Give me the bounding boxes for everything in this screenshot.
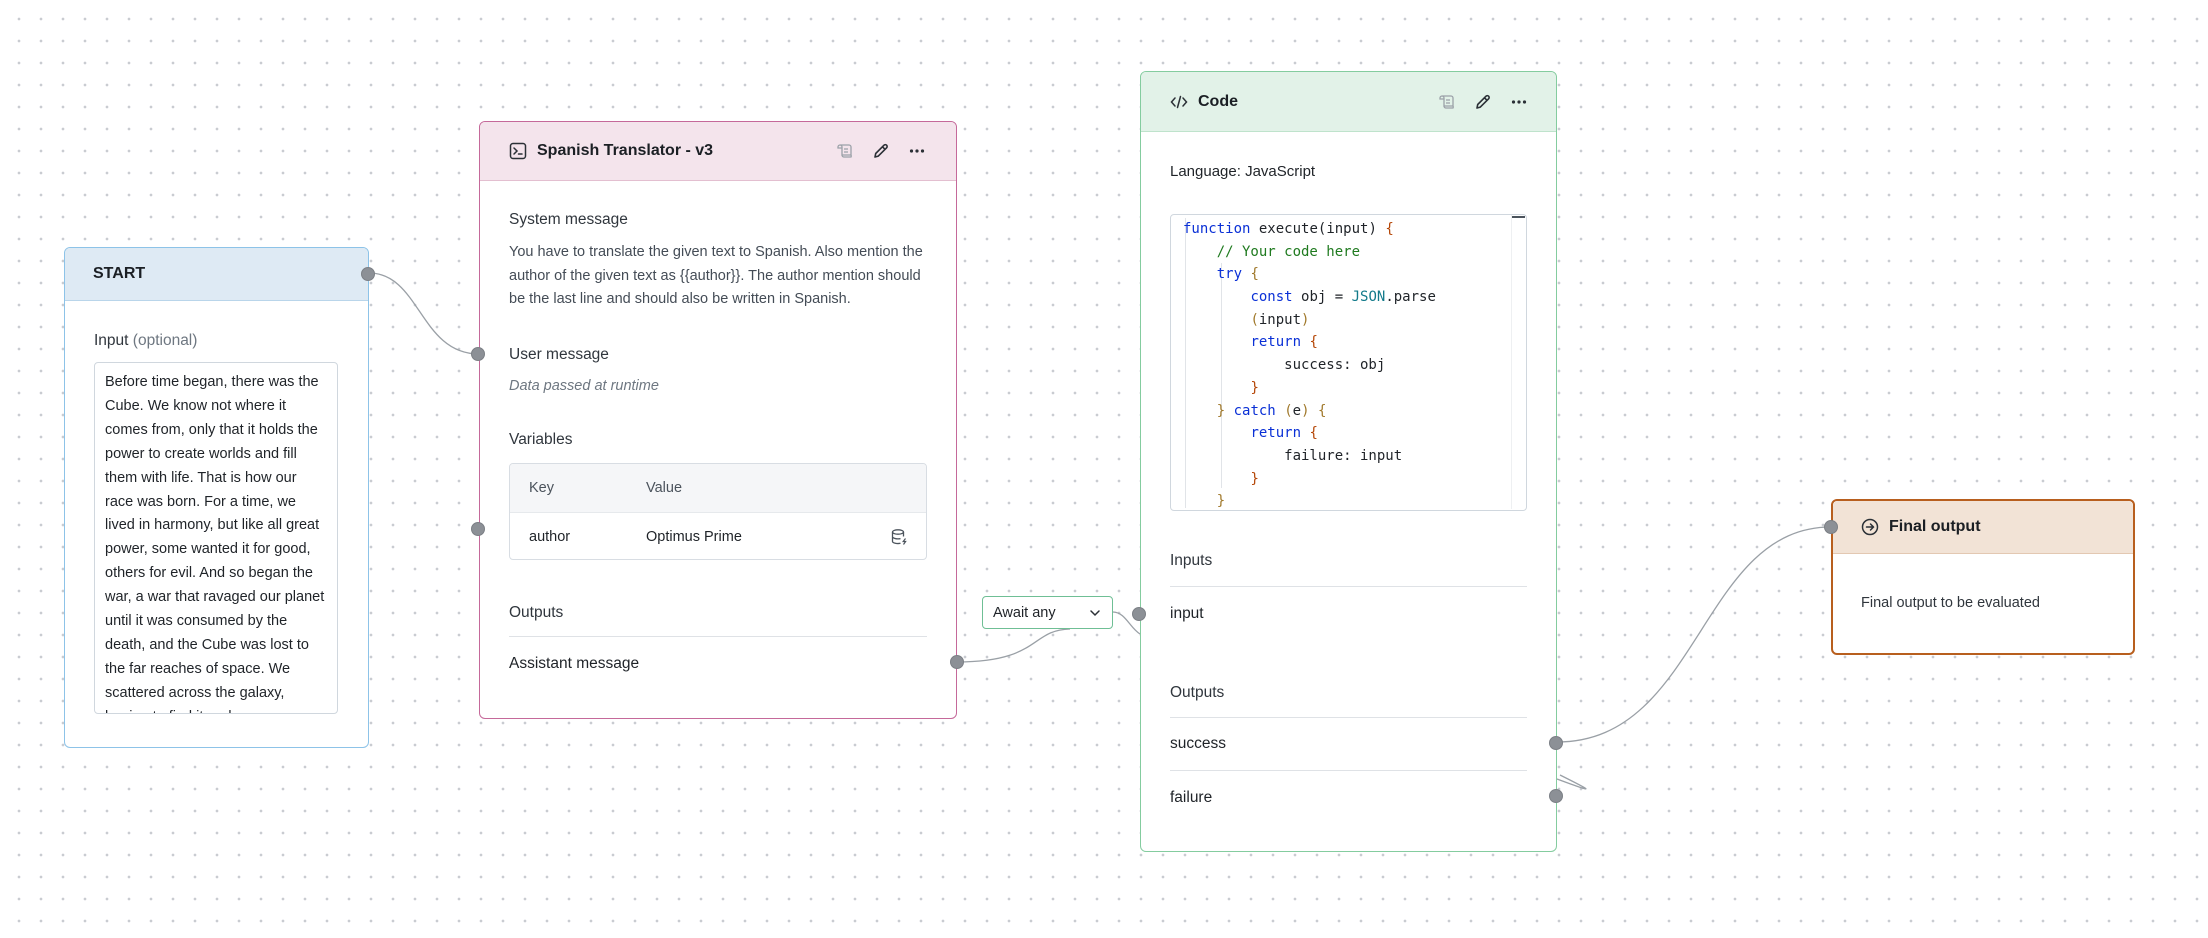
wire-start-to-translator: [368, 272, 480, 355]
scroll-icon[interactable]: [836, 142, 854, 160]
code-node-header[interactable]: Code: [1141, 72, 1556, 132]
inputs-label: Inputs: [1170, 552, 1213, 569]
user-message-label: User message: [509, 346, 609, 363]
more-horizontal-icon[interactable]: [908, 142, 926, 160]
assistant-message-output: Assistant message: [509, 655, 640, 672]
pencil-icon[interactable]: [1474, 93, 1492, 111]
code-line: (input): [1250, 311, 1310, 328]
inputs-divider: [1170, 586, 1527, 587]
code-line: } catch (e) {: [1216, 402, 1327, 419]
code-icon: [1170, 93, 1188, 111]
code-line: success: obj: [1183, 357, 1386, 374]
chevron-down-icon: [1088, 606, 1102, 620]
code-line: function execute(input) {: [1183, 221, 1394, 237]
failure-output: failure: [1170, 789, 1213, 806]
language-label: Language: JavaScript: [1170, 163, 1316, 180]
start-node[interactable]: START Input (optional) Before time began…: [64, 247, 375, 748]
value-column-header: Value: [646, 480, 683, 496]
wire-code-success-to-final: [1556, 526, 1832, 743]
final-output-header[interactable]: Final output: [1833, 501, 2133, 554]
success-output: success: [1170, 735, 1226, 752]
code-editor[interactable]: function execute(input) { // Your code h…: [1170, 214, 1527, 511]
final-output-title: Final output: [1889, 518, 1981, 535]
code-line: try {: [1216, 266, 1259, 283]
start-node-title: START: [93, 265, 146, 282]
outputs-label: Outputs: [509, 604, 564, 621]
variables-table: Key Value author Optimus Prime: [509, 463, 927, 560]
user-message-text: Data passed at runtime: [509, 378, 659, 394]
translator-title: Spanish Translator - v3: [537, 142, 714, 159]
outputs-divider: [1170, 717, 1527, 718]
scroll-icon[interactable]: [1438, 93, 1456, 111]
variable-input-port[interactable]: [471, 522, 485, 536]
translator-node-header[interactable]: Spanish Translator - v3: [480, 122, 956, 181]
variable-key: author: [529, 528, 571, 545]
wire-translator-to-await: [956, 628, 1071, 663]
pencil-icon[interactable]: [872, 142, 890, 160]
final-input-port[interactable]: [1824, 520, 1838, 534]
system-input-port[interactable]: [471, 347, 485, 361]
code-scrollbar[interactable]: [1511, 215, 1526, 509]
code-title: Code: [1198, 92, 1238, 110]
more-horizontal-icon[interactable]: [1510, 93, 1528, 111]
assistant-output-port[interactable]: [950, 655, 964, 669]
await-label: Await any: [993, 604, 1056, 621]
code-node[interactable]: Code Language: JavaScript function execu…: [1132, 71, 1563, 852]
code-input-port[interactable]: [1132, 607, 1146, 621]
variable-value[interactable]: Optimus Prime: [646, 529, 890, 545]
wire-code-failure-loop: [1556, 774, 1587, 790]
outputs-divider: [509, 636, 927, 637]
code-line: return {: [1250, 425, 1318, 442]
database-icon[interactable]: [890, 528, 908, 546]
code-line: }: [1216, 493, 1226, 510]
failure-output-port[interactable]: [1549, 789, 1563, 803]
start-node-header[interactable]: START: [65, 248, 368, 301]
variables-label: Variables: [509, 431, 573, 448]
code-line: failure: input: [1183, 447, 1403, 464]
input-label-text: Input: [94, 332, 129, 349]
table-row[interactable]: author Optimus Prime: [510, 512, 926, 559]
key-column-header: Key: [529, 480, 554, 496]
terminal-icon: [509, 142, 527, 160]
system-message-label: System message: [509, 211, 628, 228]
await-any-select[interactable]: Await any: [982, 596, 1113, 629]
outputs-divider: [1170, 770, 1527, 771]
success-output-port[interactable]: [1549, 736, 1563, 750]
system-message-text: You have to translate the given text to …: [509, 244, 923, 307]
arrow-circle-right-icon: [1861, 518, 1879, 536]
start-output-port[interactable]: [361, 267, 375, 281]
code-line: }: [1250, 379, 1259, 396]
final-output-node[interactable]: Final output Final output to be evaluate…: [1824, 499, 2135, 655]
input-label: Input (optional): [94, 332, 197, 350]
final-output-text: Final output to be evaluated: [1861, 595, 2040, 611]
code-line: // Your code here: [1216, 243, 1361, 260]
code-input-item: input: [1170, 605, 1204, 622]
variables-table-header: Key Value: [510, 464, 926, 512]
spanish-translator-node[interactable]: Spanish Translator - v3 System message Y…: [471, 121, 964, 719]
input-optional-text: (optional): [132, 332, 198, 349]
code-line: }: [1250, 470, 1259, 487]
code-line: return {: [1250, 334, 1318, 351]
start-input-textarea[interactable]: Before time began, there was the Cube. W…: [94, 362, 338, 714]
code-outputs-label: Outputs: [1170, 684, 1225, 701]
code-line: const obj = JSON.parse: [1250, 289, 1436, 306]
